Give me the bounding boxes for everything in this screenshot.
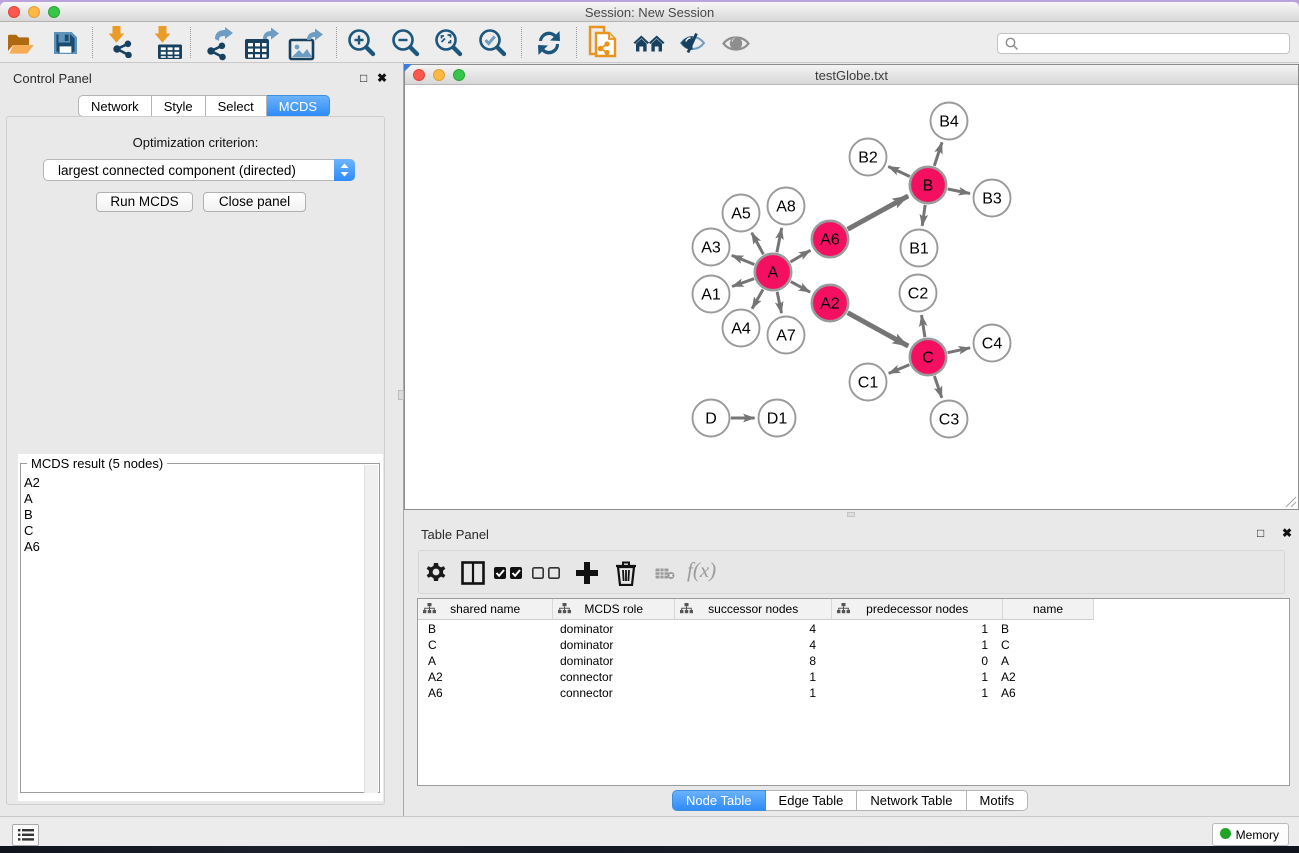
svg-text:C1: C1	[858, 375, 879, 392]
svg-text:A: A	[768, 265, 779, 282]
svg-text:A5: A5	[731, 206, 751, 223]
svg-text:A4: A4	[731, 321, 751, 338]
svg-text:C4: C4	[982, 336, 1003, 353]
svg-text:C: C	[922, 350, 934, 367]
svg-text:D1: D1	[767, 411, 788, 428]
svg-text:A8: A8	[776, 199, 796, 216]
svg-text:A2: A2	[820, 296, 840, 313]
svg-text:B1: B1	[909, 241, 929, 258]
svg-text:C2: C2	[908, 286, 929, 303]
svg-text:B4: B4	[939, 114, 959, 131]
svg-text:D: D	[705, 411, 717, 428]
svg-text:C3: C3	[939, 412, 960, 429]
svg-text:A1: A1	[701, 287, 721, 304]
svg-text:A7: A7	[776, 328, 796, 345]
svg-text:B: B	[923, 178, 934, 195]
svg-text:B2: B2	[858, 150, 878, 167]
svg-text:A6: A6	[820, 232, 840, 249]
svg-text:B3: B3	[982, 191, 1002, 208]
svg-text:A3: A3	[701, 240, 721, 257]
